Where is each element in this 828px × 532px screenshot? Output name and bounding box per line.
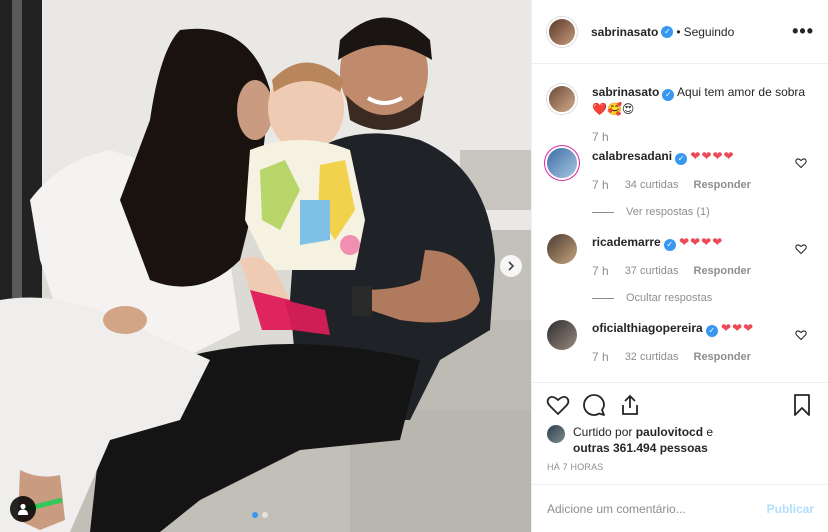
heart-icon[interactable]	[546, 393, 570, 417]
carousel-next-button[interactable]	[500, 255, 522, 277]
comment-like-icon[interactable]	[795, 243, 807, 255]
comment-avatar[interactable]	[547, 234, 577, 264]
comment-time[interactable]: 7 h	[592, 177, 609, 193]
post-time-ago[interactable]: HÁ 7 HORAS	[547, 462, 604, 472]
post-sidebar: sabrinasato ✓ • Seguindo ••• sabrinasato…	[531, 0, 828, 532]
following-button[interactable]: Seguindo	[684, 25, 735, 39]
comment-input[interactable]	[547, 501, 767, 516]
caption-text: Aqui tem amor de sobra	[677, 85, 806, 99]
replies-toggle-label: Ocultar respostas	[626, 292, 713, 304]
verified-icon: ✓	[675, 153, 688, 165]
carousel-dot	[262, 512, 268, 518]
comment-like-icon[interactable]	[795, 329, 807, 341]
author-username[interactable]: sabrinasato	[591, 25, 658, 39]
replies-toggle-label: Ver respostas (1)	[626, 206, 710, 218]
reply-button[interactable]: Responder	[694, 263, 751, 279]
caption-username[interactable]: sabrinasato	[592, 85, 659, 99]
carousel-indicator	[252, 512, 268, 518]
verified-icon: ✓	[705, 325, 718, 337]
comment-username[interactable]: calabresadani	[592, 149, 672, 163]
replies-line	[592, 297, 614, 299]
header-separator: •	[676, 24, 681, 39]
liker-username[interactable]: paulovitocd	[636, 425, 703, 439]
comment-item: ricademarre ✓ ❤❤❤❤ 7 h 37 curtidas Respon…	[547, 234, 814, 306]
comment-text: ❤❤❤❤	[690, 149, 735, 163]
comment-time[interactable]: 7 h	[592, 349, 609, 365]
comment-likes-count[interactable]: 32 curtidas	[625, 349, 679, 365]
caption-time[interactable]: 7 h	[592, 129, 609, 145]
user-tag-icon	[17, 503, 29, 515]
caption-avatar[interactable]	[547, 84, 577, 114]
more-options-icon[interactable]: •••	[792, 21, 814, 42]
instagram-post-modal: sabrinasato ✓ • Seguindo ••• sabrinasato…	[0, 0, 828, 532]
comment-text: ❤❤❤❤	[679, 235, 724, 249]
replies-line	[592, 211, 614, 213]
comment-avatar[interactable]	[547, 320, 577, 350]
comment-likes-count[interactable]: 37 curtidas	[625, 263, 679, 279]
verified-icon: ✓	[663, 239, 676, 251]
carousel-dot-active	[252, 512, 258, 518]
comment-text: ❤❤❤	[721, 321, 755, 335]
post-photo[interactable]	[0, 0, 531, 532]
comment-item: calabresadani ✓ ❤❤❤❤ 7 h 34 curtidas Resp…	[547, 148, 814, 220]
post-actions	[532, 382, 828, 426]
comment-time[interactable]: 7 h	[592, 263, 609, 279]
hide-replies-button[interactable]: Ocultar respostas	[592, 290, 814, 306]
comments-list[interactable]: sabrinasato ✓ Aqui tem amor de sobra ❤️🥰😍…	[532, 64, 828, 382]
caption-emoji: ❤️🥰😍	[592, 102, 635, 116]
tagged-users-button[interactable]	[10, 496, 36, 522]
caption: sabrinasato ✓ Aqui tem amor de sobra ❤️🥰😍…	[547, 84, 814, 145]
share-icon[interactable]	[618, 393, 642, 417]
family-photo-image	[0, 0, 531, 532]
liker-avatar[interactable]	[547, 425, 565, 443]
verified-icon: ✓	[662, 89, 675, 101]
comment-username[interactable]: oficialthiagopereira	[592, 321, 703, 335]
comment-avatar[interactable]	[547, 148, 577, 178]
chevron-right-icon	[506, 261, 516, 271]
post-header: sabrinasato ✓ • Seguindo •••	[532, 0, 828, 64]
publish-button[interactable]: Publicar	[767, 502, 814, 516]
likes-prefix: Curtido por	[573, 425, 633, 439]
comment-username[interactable]: ricademarre	[592, 235, 661, 249]
comment-likes-count[interactable]: 34 curtidas	[625, 177, 679, 193]
likes-conj: e	[706, 425, 714, 439]
reply-button[interactable]: Responder	[694, 349, 751, 365]
reply-button[interactable]: Responder	[694, 177, 751, 193]
add-comment-bar: Publicar	[532, 484, 828, 532]
likes-summary: Curtido por paulovitocd e outras 361.494…	[547, 424, 814, 456]
author-avatar[interactable]	[547, 16, 577, 47]
comment-icon[interactable]	[582, 393, 606, 417]
view-replies-button[interactable]: Ver respostas (1)	[592, 204, 814, 220]
comment-item: oficialthiagopereira ✓ ❤❤❤ 7 h 32 curtida…	[547, 320, 814, 365]
comment-like-icon[interactable]	[795, 157, 807, 169]
likes-others[interactable]: outras 361.494 pessoas	[573, 441, 708, 455]
verified-icon: ✓	[661, 25, 674, 38]
bookmark-icon[interactable]	[790, 393, 814, 417]
